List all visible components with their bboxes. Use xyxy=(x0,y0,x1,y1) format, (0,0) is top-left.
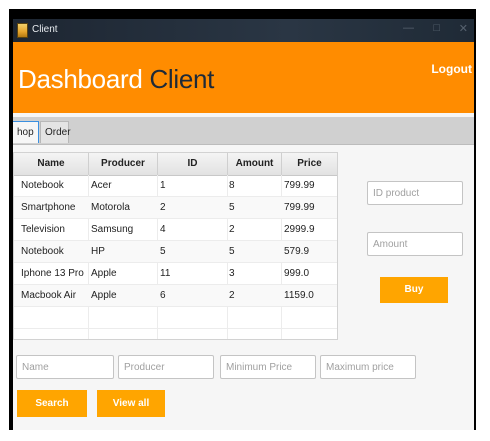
cell-amount: 5 xyxy=(229,202,235,213)
cell-id: 2 xyxy=(160,202,166,213)
column-header-price[interactable]: Price xyxy=(282,158,337,169)
page-title-part2: Client xyxy=(149,64,215,94)
cell-price: 799.99 xyxy=(284,180,315,191)
cell-name: Macbook Air xyxy=(21,290,77,301)
minimum-price-field[interactable] xyxy=(220,355,316,379)
table-row[interactable]: Television Samsung 4 2 2999.9 xyxy=(14,219,337,241)
cell-name: Television xyxy=(21,224,65,235)
cell-id: 11 xyxy=(160,268,171,279)
table-row[interactable]: Notebook HP 5 5 579.9 xyxy=(14,241,337,263)
table-row-empty[interactable] xyxy=(14,307,337,329)
producer-filter-field[interactable] xyxy=(118,355,214,379)
cell-name: Notebook xyxy=(21,246,64,257)
logout-link[interactable]: Logout xyxy=(431,62,472,76)
column-header-id[interactable]: ID xyxy=(158,158,227,169)
table-row[interactable]: Notebook Acer 1 8 799.99 xyxy=(14,175,337,197)
name-filter-field[interactable] xyxy=(16,355,114,379)
cell-amount: 3 xyxy=(229,268,235,279)
cell-name: Notebook xyxy=(21,180,64,191)
table-row[interactable]: Iphone 13 Pro Apple 11 3 999.0 xyxy=(14,263,337,285)
column-header-name[interactable]: Name xyxy=(14,158,88,169)
cell-id: 6 xyxy=(160,290,166,301)
search-button[interactable]: Search xyxy=(17,390,87,417)
table-row[interactable]: Smartphone Motorola 2 5 799.99 xyxy=(14,197,337,219)
window-title: Client xyxy=(32,24,58,35)
cell-producer: HP xyxy=(91,246,105,257)
cell-producer: Acer xyxy=(91,180,112,191)
cell-name: Smartphone xyxy=(21,202,76,213)
cell-price: 579.9 xyxy=(284,246,310,257)
app-icon xyxy=(17,23,28,38)
cell-amount: 2 xyxy=(229,224,235,235)
cell-name: Iphone 13 Pro xyxy=(21,268,84,279)
cell-amount: 8 xyxy=(229,180,235,191)
maximum-price-field[interactable] xyxy=(320,355,416,379)
tab-order[interactable]: Order xyxy=(40,121,71,143)
cell-price: 2999.9 xyxy=(284,224,315,235)
title-bar: Client — □ ✕ xyxy=(13,19,474,42)
cell-id: 5 xyxy=(160,246,166,257)
cell-price: 999.0 xyxy=(284,268,310,279)
cell-amount: 5 xyxy=(229,246,235,257)
column-header-amount[interactable]: Amount xyxy=(228,158,281,169)
cell-producer: Apple xyxy=(91,290,117,301)
tab-shop[interactable]: hop xyxy=(13,121,39,143)
cell-id: 1 xyxy=(160,180,166,191)
products-table: Name Producer ID Amount Price Notebook A… xyxy=(13,152,338,340)
cell-price: 799.99 xyxy=(284,202,315,213)
close-icon[interactable]: ✕ xyxy=(459,22,468,35)
tab-strip: hop Order xyxy=(13,117,474,145)
cell-price: 1159.0 xyxy=(284,290,314,301)
header-bar: Dashboard Client Logout xyxy=(13,42,474,113)
page-title: Dashboard Client xyxy=(18,64,214,95)
table-header: Name Producer ID Amount Price xyxy=(14,153,337,176)
table-row[interactable]: Macbook Air Apple 6 2 1159.0 xyxy=(14,285,337,307)
amount-field[interactable] xyxy=(367,232,463,256)
cell-producer: Apple xyxy=(91,268,117,279)
id-product-field[interactable] xyxy=(367,181,463,205)
minimize-icon[interactable]: — xyxy=(403,22,414,34)
cell-id: 4 xyxy=(160,224,166,235)
maximize-icon[interactable]: □ xyxy=(433,22,440,34)
cell-amount: 2 xyxy=(229,290,235,301)
view-all-button[interactable]: View all xyxy=(97,390,165,417)
column-header-producer[interactable]: Producer xyxy=(89,158,157,169)
cell-producer: Motorola xyxy=(91,202,130,213)
buy-button[interactable]: Buy xyxy=(380,277,448,303)
page-title-part1: Dashboard xyxy=(18,64,143,94)
main-content: hop Order Name Producer ID Amount Price … xyxy=(13,113,474,430)
cell-producer: Samsung xyxy=(91,224,134,235)
